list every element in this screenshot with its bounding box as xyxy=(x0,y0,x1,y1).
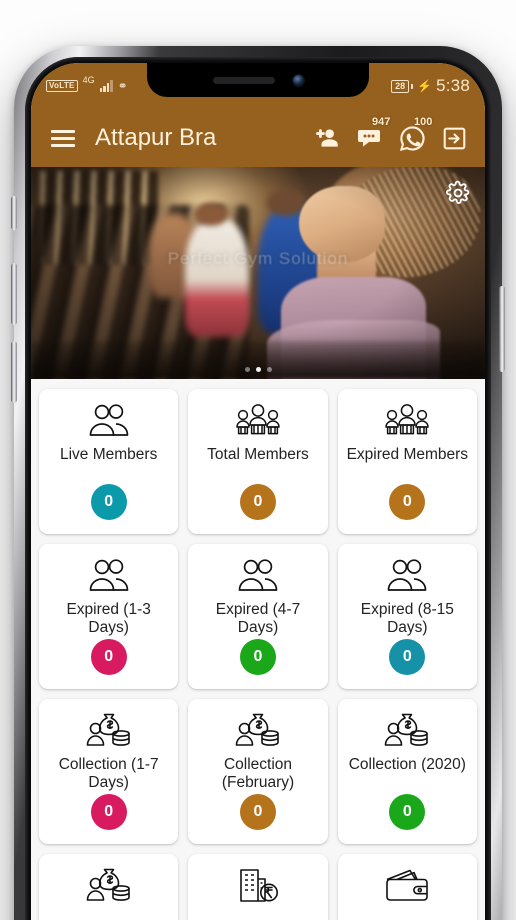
network-generation-label: 4G xyxy=(82,75,95,85)
phone-screen: VoLTE 4G ⚭ 28 ⚡ 5:38 Attapur Bra 947 100… xyxy=(31,63,485,920)
tile-count-badge: 0 xyxy=(90,639,127,675)
settings-button[interactable] xyxy=(445,180,471,206)
tile-label: Collection (1-7 Days) xyxy=(58,756,159,792)
status-bar-left: VoLTE 4G ⚭ xyxy=(46,63,128,109)
tile-count-badge: 0 xyxy=(389,484,426,520)
money-bag-person-icon xyxy=(86,866,132,904)
whatsapp-button[interactable]: 100 xyxy=(393,116,433,160)
power-button[interactable] xyxy=(499,286,505,372)
status-bar-right: 28 ⚡ 5:38 xyxy=(391,63,470,109)
volte-icon: VoLTE xyxy=(46,80,78,92)
two-people-icon xyxy=(235,556,281,594)
tile-label: Expired (8-15 Days) xyxy=(360,601,454,637)
tile-label: Live Members xyxy=(59,446,158,463)
tile-partial-2[interactable] xyxy=(188,854,328,920)
tile-collection-2020[interactable]: Collection (2020) 0 xyxy=(337,699,477,844)
tile-count-badge: 0 xyxy=(239,484,276,520)
whatsapp-badge: 100 xyxy=(414,116,433,128)
add-member-button[interactable] xyxy=(309,116,347,160)
tile-count-badge: 0 xyxy=(239,639,276,675)
clock-label: 5:38 xyxy=(436,76,470,95)
display-notch xyxy=(147,63,369,97)
two-people-icon xyxy=(384,556,430,594)
tile-count-badge: 0 xyxy=(389,794,426,830)
wallet-cash-icon xyxy=(384,866,430,904)
status-bar: VoLTE 4G ⚭ 28 ⚡ 5:38 xyxy=(31,63,485,109)
app-bar-title: Attapur Bra xyxy=(95,124,217,151)
tile-label: Collection (2020) xyxy=(348,756,466,773)
hero-banner[interactable]: Perfect Gym Solution xyxy=(31,167,485,379)
tile-count-badge: 0 xyxy=(239,794,276,830)
tile-partial-3[interactable] xyxy=(337,854,477,920)
tile-row xyxy=(39,854,477,920)
carousel-dot[interactable] xyxy=(244,367,250,372)
money-bag-person-icon xyxy=(384,711,430,749)
two-people-icon xyxy=(86,401,132,439)
money-bag-person-icon xyxy=(235,711,281,749)
person-add-icon xyxy=(316,129,338,147)
tile-expired-8-15-days[interactable]: Expired (8-15 Days) 0 xyxy=(337,544,477,689)
tile-collection-1-7-days[interactable]: Collection (1-7 Days) 0 xyxy=(39,699,179,844)
tile-total-members[interactable]: Total Members 0 xyxy=(188,389,328,534)
tile-row: Collection (1-7 Days) 0 Collection (Febru… xyxy=(39,699,477,844)
two-people-icon xyxy=(86,556,132,594)
charging-bolt-icon: ⚡ xyxy=(417,79,433,93)
app-bar: Attapur Bra 947 100 xyxy=(31,109,485,167)
carousel-dot[interactable] xyxy=(266,367,272,372)
tile-count-badge: 0 xyxy=(90,794,127,830)
tile-partial-1[interactable] xyxy=(39,854,179,920)
front-camera-icon xyxy=(292,74,304,86)
chat-bubble-icon xyxy=(358,130,380,147)
volume-down-button[interactable] xyxy=(11,341,17,403)
carousel-indicator[interactable] xyxy=(31,367,485,372)
logout-button[interactable] xyxy=(435,116,473,160)
messages-button[interactable]: 947 xyxy=(351,116,391,160)
dashboard-grid: Live Members 0 Total Members 0 Expired M… xyxy=(31,379,485,920)
tile-label: Expired (4-7 Days) xyxy=(215,601,301,637)
tile-row: Live Members 0 Total Members 0 Expired M… xyxy=(39,389,477,534)
silence-switch[interactable] xyxy=(11,196,17,230)
battery-icon xyxy=(411,83,414,89)
whatsapp-icon xyxy=(399,125,425,151)
carousel-dot[interactable] xyxy=(255,367,261,372)
signal-strength-icon xyxy=(99,80,113,92)
group-people-icon xyxy=(234,401,282,439)
group-people-icon xyxy=(383,401,431,439)
tile-label: Total Members xyxy=(207,446,309,463)
tile-count-badge: 0 xyxy=(389,639,426,675)
tile-expired-members[interactable]: Expired Members 0 xyxy=(337,389,477,534)
gym-photo xyxy=(31,167,485,379)
tile-label: Expired (1-3 Days) xyxy=(66,601,151,637)
tile-expired-1-3-days[interactable]: Expired (1-3 Days) 0 xyxy=(39,544,179,689)
money-bag-person-icon xyxy=(86,711,132,749)
usb-icon: ⚭ xyxy=(117,79,128,93)
hamburger-menu-button[interactable] xyxy=(43,118,83,158)
tile-collection-february[interactable]: Collection (February) 0 xyxy=(188,699,328,844)
earpiece-speaker-icon xyxy=(212,76,275,84)
gear-icon xyxy=(445,180,470,204)
hero-caption: Perfect Gym Solution xyxy=(167,249,349,268)
building-rupee-icon xyxy=(236,866,280,904)
tile-count-badge: 0 xyxy=(90,484,127,520)
volume-up-button[interactable] xyxy=(11,263,17,325)
tile-live-members[interactable]: Live Members 0 xyxy=(39,389,179,534)
battery-level-label: 28 xyxy=(391,79,410,93)
tile-label: Expired Members xyxy=(346,446,469,463)
tile-expired-4-7-days[interactable]: Expired (4-7 Days) 0 xyxy=(188,544,328,689)
screenshot-scene: VoLTE 4G ⚭ 28 ⚡ 5:38 Attapur Bra 947 100… xyxy=(0,0,516,920)
tile-row: Expired (1-3 Days) 0 Expired (4-7 Days) 0 … xyxy=(39,544,477,689)
hamburger-menu-icon xyxy=(51,126,75,151)
logout-icon xyxy=(443,127,465,149)
messages-badge: 947 xyxy=(372,116,391,128)
tile-label: Collection (February) xyxy=(221,756,295,792)
